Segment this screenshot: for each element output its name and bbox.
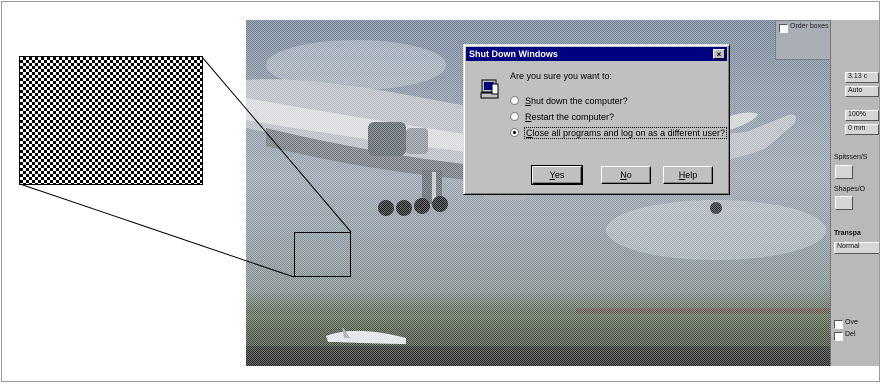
option-restart-label: Restart the computer?	[525, 112, 615, 122]
option-log-on-label: Close all programs and log on as a diffe…	[524, 127, 727, 139]
yes-button[interactable]: Yes	[531, 165, 583, 185]
palette-field-3[interactable]: 100%	[845, 110, 879, 121]
palette-checkbox-1[interactable]	[834, 320, 843, 329]
palette-section-3: Transpa	[834, 230, 861, 237]
computer-shutdown-icon	[480, 79, 499, 99]
option-shut-down-label: Shut down the computer?	[525, 96, 628, 106]
order-boxes-label: Order boxes	[790, 23, 829, 30]
blend-mode-dropdown[interactable]: Normal	[834, 242, 879, 254]
dialog-title: Shut Down Windows	[469, 49, 558, 59]
dialog-titlebar[interactable]: Shut Down Windows ×	[466, 47, 727, 61]
palette-tool-button[interactable]	[835, 165, 853, 179]
magnified-region-box	[294, 232, 351, 277]
palette-field-1[interactable]: 3.13 c	[845, 72, 879, 83]
palette-checkbox-2[interactable]	[834, 332, 843, 341]
magnified-dither-inset	[19, 56, 203, 185]
dialog-question: Are you sure you want to:	[510, 71, 613, 81]
help-button[interactable]: Help	[663, 166, 713, 184]
palette-field-4[interactable]: 0 mm	[845, 124, 879, 135]
tool-palette: 3.13 c Auto 100% 0 mm Spitssen/S Shapes/…	[830, 20, 879, 366]
no-button[interactable]: No	[601, 166, 651, 184]
shut-down-dialog: Shut Down Windows × Are you sure you wan…	[463, 44, 730, 195]
palette-field-2[interactable]: Auto	[845, 86, 879, 97]
option-log-on-different-user[interactable]: Close all programs and log on as a diffe…	[510, 127, 727, 139]
palette-section-1: Spitssen/S	[834, 154, 868, 161]
palette-check-label-2: Del	[845, 331, 856, 338]
palette-check-label-1: Ove	[845, 319, 858, 326]
option-shut-down[interactable]: Shut down the computer?	[510, 95, 628, 107]
palette-section-2: Shapes/O	[834, 186, 866, 193]
palette-shape-button[interactable]	[835, 196, 853, 210]
radio-restart[interactable]	[510, 112, 519, 121]
radio-log-on-different-user[interactable]	[510, 128, 519, 137]
option-restart[interactable]: Restart the computer?	[510, 111, 614, 123]
close-icon: ×	[716, 50, 722, 59]
radio-shut-down[interactable]	[510, 96, 519, 105]
order-boxes-checkbox[interactable]	[779, 24, 788, 33]
close-button[interactable]: ×	[713, 49, 725, 59]
